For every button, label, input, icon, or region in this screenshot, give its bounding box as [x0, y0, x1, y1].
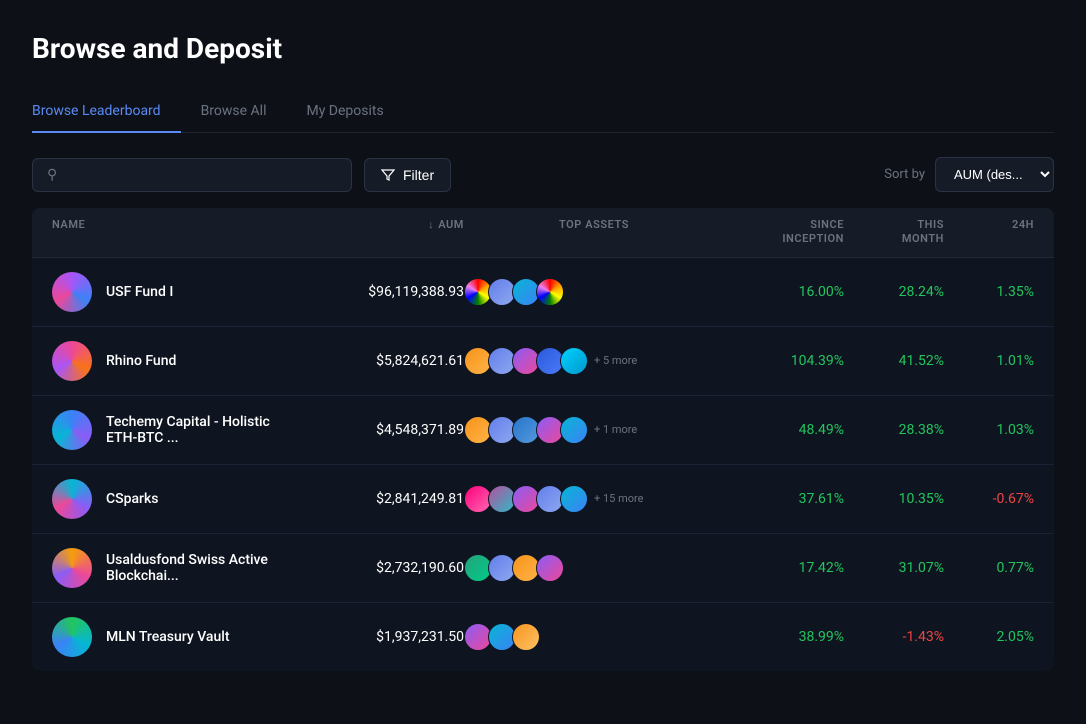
fund-name: Usaldusfond Swiss Active Blockchai... — [106, 552, 284, 584]
funds-table: NAME ↓ AUM TOP ASSETS SINCEINCEPTION THI… — [32, 208, 1054, 671]
aum-value: $2,841,249.81 — [284, 491, 464, 507]
24h-value: -0.67% — [944, 491, 1034, 507]
tab-my-deposits[interactable]: My Deposits — [306, 93, 403, 133]
sort-label: Sort by — [884, 167, 925, 182]
fund-name: USF Fund I — [106, 284, 173, 300]
fund-name: Rhino Fund — [106, 353, 176, 369]
this-month-value: 28.38% — [844, 422, 944, 438]
this-month-value: 41.52% — [844, 353, 944, 369]
page-title: Browse and Deposit — [32, 32, 1054, 65]
asset-icon — [512, 623, 540, 651]
fund-name-cell: CSparks — [52, 479, 284, 519]
search-input[interactable] — [65, 167, 337, 183]
asset-icon — [560, 485, 588, 513]
table-row[interactable]: MLN Treasury Vault $1,937,231.50 38.99% … — [32, 603, 1054, 671]
assets-cell — [464, 623, 724, 651]
filter-label: Filter — [403, 167, 434, 183]
th-this-month: THISMONTH — [844, 218, 944, 247]
avatar — [52, 272, 92, 312]
tab-bar: Browse Leaderboard Browse All My Deposit… — [32, 93, 1054, 133]
asset-icon — [560, 347, 588, 375]
filter-icon — [381, 168, 395, 182]
fund-name-cell: Techemy Capital - Holistic ETH-BTC ... — [52, 410, 284, 450]
tab-browse-leaderboard[interactable]: Browse Leaderboard — [32, 93, 181, 133]
avatar — [52, 617, 92, 657]
assets-cell — [464, 278, 724, 306]
controls-row: ⚲ Filter Sort by AUM (des... — [32, 157, 1054, 192]
filter-button[interactable]: Filter — [364, 158, 451, 192]
assets-cell: + 15 more — [464, 485, 724, 513]
this-month-value: -1.43% — [844, 629, 944, 645]
more-badge: + 15 more — [594, 492, 643, 505]
aum-value: $2,732,190.60 — [284, 560, 464, 576]
table-header: NAME ↓ AUM TOP ASSETS SINCEINCEPTION THI… — [32, 208, 1054, 258]
table-row[interactable]: Techemy Capital - Holistic ETH-BTC ... $… — [32, 396, 1054, 465]
fund-name: CSparks — [106, 491, 159, 507]
this-month-value: 28.24% — [844, 284, 944, 300]
aum-value: $4,548,371.89 — [284, 422, 464, 438]
th-name: NAME — [52, 218, 284, 247]
asset-icon — [560, 416, 588, 444]
search-wrapper: ⚲ — [32, 158, 352, 192]
table-row[interactable]: Usaldusfond Swiss Active Blockchai... $2… — [32, 534, 1054, 603]
this-month-value: 31.07% — [844, 560, 944, 576]
avatar — [52, 548, 92, 588]
since-inception-value: 16.00% — [724, 284, 844, 300]
fund-name: MLN Treasury Vault — [106, 629, 230, 645]
th-top-assets: TOP ASSETS — [464, 218, 724, 247]
24h-value: 1.03% — [944, 422, 1034, 438]
this-month-value: 10.35% — [844, 491, 944, 507]
table-row[interactable]: USF Fund I $96,119,388.93 16.00% 28.24% … — [32, 258, 1054, 327]
since-inception-value: 38.99% — [724, 629, 844, 645]
avatar — [52, 479, 92, 519]
table-row[interactable]: CSparks $2,841,249.81 + 15 more 37.61% 1… — [32, 465, 1054, 534]
since-inception-value: 37.61% — [724, 491, 844, 507]
asset-icon — [536, 278, 564, 306]
since-inception-value: 17.42% — [724, 560, 844, 576]
th-aum-arrow: ↓ — [428, 218, 434, 231]
asset-icon — [536, 554, 564, 582]
24h-value: 2.05% — [944, 629, 1034, 645]
sort-select[interactable]: AUM (des... — [935, 157, 1054, 192]
since-inception-value: 104.39% — [724, 353, 844, 369]
more-badge: + 5 more — [594, 354, 637, 367]
24h-value: 0.77% — [944, 560, 1034, 576]
more-badge: + 1 more — [594, 423, 637, 436]
fund-name: Techemy Capital - Holistic ETH-BTC ... — [106, 414, 284, 446]
24h-value: 1.01% — [944, 353, 1034, 369]
aum-value: $1,937,231.50 — [284, 629, 464, 645]
fund-name-cell: MLN Treasury Vault — [52, 617, 284, 657]
table-row[interactable]: Rhino Fund $5,824,621.61 + 5 more 104.39… — [32, 327, 1054, 396]
search-icon: ⚲ — [47, 167, 57, 183]
controls-right: Sort by AUM (des... — [884, 157, 1054, 192]
fund-name-cell: Rhino Fund — [52, 341, 284, 381]
assets-cell: + 1 more — [464, 416, 724, 444]
24h-value: 1.35% — [944, 284, 1034, 300]
fund-name-cell: USF Fund I — [52, 272, 284, 312]
avatar — [52, 341, 92, 381]
avatar — [52, 410, 92, 450]
assets-cell: + 5 more — [464, 347, 724, 375]
fund-name-cell: Usaldusfond Swiss Active Blockchai... — [52, 548, 284, 588]
controls-left: ⚲ Filter — [32, 158, 451, 192]
aum-value: $96,119,388.93 — [284, 284, 464, 300]
assets-cell — [464, 554, 724, 582]
th-aum: ↓ AUM — [284, 218, 464, 247]
th-since-inception: SINCEINCEPTION — [724, 218, 844, 247]
since-inception-value: 48.49% — [724, 422, 844, 438]
th-24h: 24H — [944, 218, 1034, 247]
aum-value: $5,824,621.61 — [284, 353, 464, 369]
tab-browse-all[interactable]: Browse All — [201, 93, 287, 133]
